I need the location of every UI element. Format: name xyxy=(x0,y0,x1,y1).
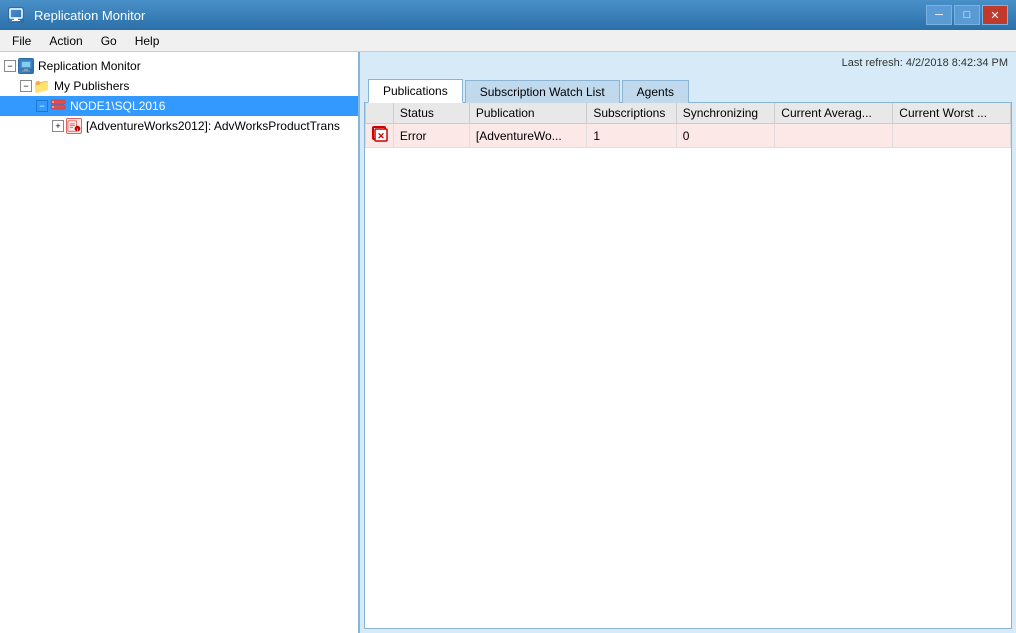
menu-item-help[interactable]: Help xyxy=(127,32,168,50)
col-header-icon[interactable] xyxy=(366,103,394,124)
last-refresh-text: Last refresh: 4/2/2018 8:42:34 PM xyxy=(842,57,1008,69)
tree-node-pub[interactable]: + ! [AdventureWorks2012]: AdvWorksProduc… xyxy=(0,116,358,136)
left-panel: − Replication Monitor − 📁 My Publishers … xyxy=(0,52,360,633)
col-header-current-average[interactable]: Current Averag... xyxy=(775,103,893,124)
root-label: Replication Monitor xyxy=(38,59,141,73)
col-header-subscriptions[interactable]: Subscriptions xyxy=(587,103,676,124)
row-synchronizing: 0 xyxy=(676,124,775,148)
main-layout: − Replication Monitor − 📁 My Publishers … xyxy=(0,52,1016,633)
minimize-button[interactable]: ─ xyxy=(926,5,952,25)
publishers-label: My Publishers xyxy=(54,79,129,93)
tree-node-root[interactable]: − Replication Monitor xyxy=(0,56,358,76)
server-label: NODE1\SQL2016 xyxy=(70,99,165,113)
folder-icon: 📁 xyxy=(34,78,50,94)
expand-root[interactable]: − xyxy=(4,60,16,72)
menu-item-go[interactable]: Go xyxy=(93,32,125,50)
pub-label: [AdventureWorks2012]: AdvWorksProductTra… xyxy=(86,119,340,133)
app-icon xyxy=(8,7,24,23)
col-header-current-worst[interactable]: Current Worst ... xyxy=(893,103,1011,124)
tab-bar: Publications Subscription Watch List Age… xyxy=(360,74,1016,102)
server-icon xyxy=(50,98,66,114)
menu-item-file[interactable]: File xyxy=(4,32,39,50)
col-header-publication[interactable]: Publication xyxy=(469,103,586,124)
col-header-synchronizing[interactable]: Synchronizing xyxy=(676,103,775,124)
refresh-bar: Last refresh: 4/2/2018 8:42:34 PM xyxy=(360,52,1016,74)
row-current-average xyxy=(775,124,893,148)
monitor-icon xyxy=(18,58,34,74)
error-icon: ✕ xyxy=(372,126,386,140)
publications-table: Status Publication Subscriptions Synchro… xyxy=(365,103,1011,148)
table-row[interactable]: ✕ Error [AdventureWo... 1 0 xyxy=(366,124,1011,148)
row-status-icon: ✕ xyxy=(366,124,394,148)
tree-node-publishers[interactable]: − 📁 My Publishers xyxy=(0,76,358,96)
tab-subscription-watch-list[interactable]: Subscription Watch List xyxy=(465,80,620,103)
table-header-row: Status Publication Subscriptions Synchro… xyxy=(366,103,1011,124)
pub-icon: ! xyxy=(66,118,82,134)
menu-item-action[interactable]: Action xyxy=(41,32,90,50)
right-panel: Last refresh: 4/2/2018 8:42:34 PM Public… xyxy=(360,52,1016,633)
window-title: Replication Monitor xyxy=(34,8,145,23)
title-bar-left: Replication Monitor xyxy=(8,7,145,23)
content-area: Status Publication Subscriptions Synchro… xyxy=(364,102,1012,629)
expand-publishers[interactable]: − xyxy=(20,80,32,92)
window-controls: ─ □ ✕ xyxy=(926,5,1008,25)
menu-bar: FileActionGoHelp xyxy=(0,30,1016,52)
row-current-worst xyxy=(893,124,1011,148)
row-status: Error xyxy=(393,124,469,148)
close-button[interactable]: ✕ xyxy=(982,5,1008,25)
row-subscriptions: 1 xyxy=(587,124,676,148)
maximize-button[interactable]: □ xyxy=(954,5,980,25)
col-header-status[interactable]: Status xyxy=(393,103,469,124)
row-publication: [AdventureWo... xyxy=(469,124,586,148)
title-bar: Replication Monitor ─ □ ✕ xyxy=(0,0,1016,30)
tree-node-server[interactable]: − NODE1\SQL2016 xyxy=(0,96,358,116)
svg-text:✕: ✕ xyxy=(378,131,386,141)
tab-agents[interactable]: Agents xyxy=(622,80,689,103)
expand-server[interactable]: − xyxy=(36,100,48,112)
expand-pub[interactable]: + xyxy=(52,120,64,132)
tab-publications[interactable]: Publications xyxy=(368,79,463,103)
